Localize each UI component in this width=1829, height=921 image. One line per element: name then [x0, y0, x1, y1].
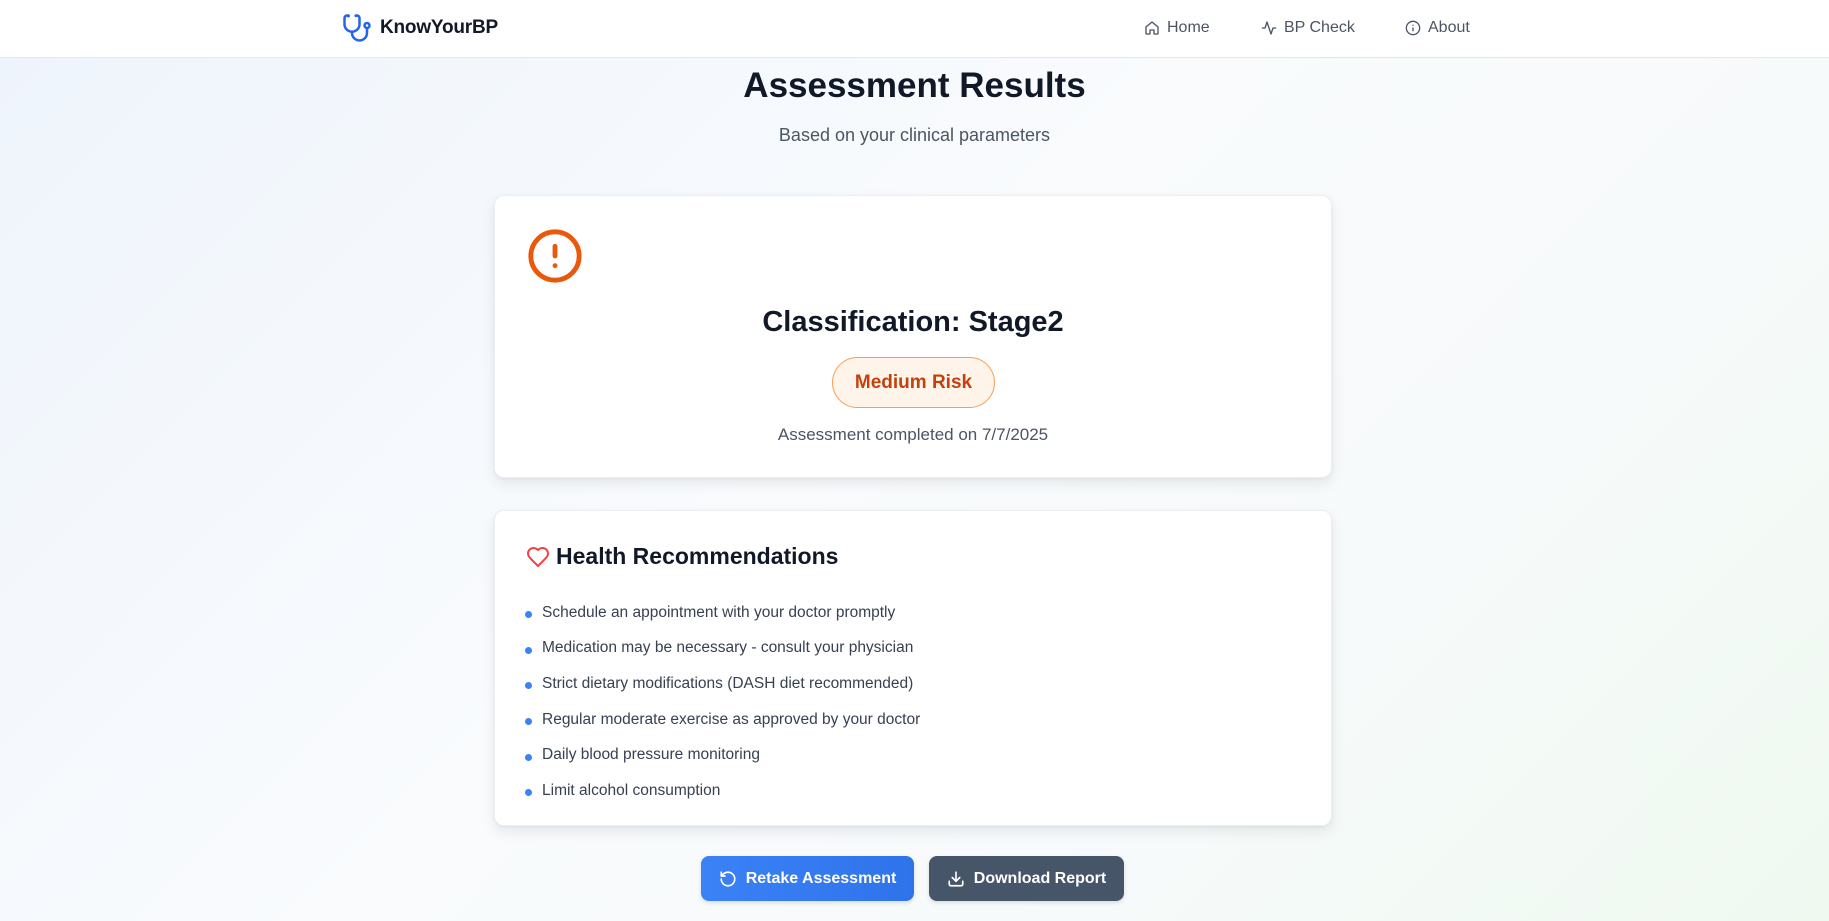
recommendations-list: Schedule an appointment with your doctor… [525, 595, 920, 809]
rotate-ccw-icon [720, 870, 736, 887]
classification-title: Classification: Stage2 [762, 306, 1064, 338]
assessment-date: Assessment completed on 7/7/2025 [777, 425, 1049, 444]
risk-badge: Medium Risk [832, 357, 995, 408]
page-subtitle: Based on your clinical parameters [778, 125, 1051, 145]
nav-about-link[interactable]: About [1405, 16, 1485, 40]
bullet-dot [525, 718, 532, 726]
retake-assessment-label: Retake Assessment [745, 869, 897, 887]
activity-icon [1261, 21, 1277, 35]
nav-home-label: Home [1167, 19, 1210, 36]
list-item: Schedule an appointment with your doctor… [525, 595, 920, 631]
page-title: Assessment Results [743, 66, 1086, 105]
download-report-button[interactable]: Download Report [929, 856, 1124, 901]
top-navbar: KnowYourBP Home BP Check About [0, 0, 1829, 58]
bullet-dot [525, 789, 532, 797]
bullet-dot [525, 682, 532, 690]
list-item-text: Schedule an appointment with your doctor… [542, 603, 896, 621]
bullet-dot [525, 646, 532, 654]
bullet-dot [525, 611, 532, 619]
nav-home-link[interactable]: Home [1144, 16, 1261, 40]
home-icon [1145, 21, 1159, 35]
stethoscope-icon [343, 14, 371, 42]
alert-circle-icon [528, 229, 582, 283]
nav-links: Home BP Check About [1144, 16, 1485, 40]
heart-icon [527, 546, 549, 567]
recommendations-card: Health Recommendations Schedule an appoi… [494, 510, 1332, 826]
brand-logo[interactable]: KnowYourBP [342, 13, 498, 43]
list-item-text: Regular moderate exercise as approved by… [542, 710, 921, 728]
list-item-text: Limit alcohol consumption [542, 781, 721, 799]
info-icon [1405, 20, 1421, 36]
recommendations-title: Health Recommendations [556, 543, 839, 569]
list-item-text: Medication may be necessary - consult yo… [542, 639, 914, 657]
list-item: Medication may be necessary - consult yo… [525, 631, 920, 667]
nav-bp-check-link[interactable]: BP Check [1261, 16, 1405, 40]
list-item-text: Daily blood pressure monitoring [542, 746, 760, 764]
list-item: Limit alcohol consumption [525, 773, 920, 809]
bullet-dot [525, 753, 532, 761]
retake-assessment-button[interactable]: Retake Assessment [701, 856, 914, 901]
nav-bp-check-label: BP Check [1284, 19, 1355, 36]
brand-name: KnowYourBP [380, 17, 498, 38]
nav-about-label: About [1428, 19, 1470, 36]
recommendations-header: Health Recommendations [526, 543, 838, 570]
list-item: Strict dietary modifications (DASH diet … [525, 666, 920, 702]
list-item: Regular moderate exercise as approved by… [525, 702, 920, 738]
result-card: Classification: Stage2 Medium Risk Asses… [494, 195, 1332, 478]
list-item: Daily blood pressure monitoring [525, 737, 920, 773]
list-item-text: Strict dietary modifications (DASH diet … [542, 674, 914, 692]
download-icon [948, 870, 964, 887]
download-report-label: Download Report [973, 869, 1107, 887]
